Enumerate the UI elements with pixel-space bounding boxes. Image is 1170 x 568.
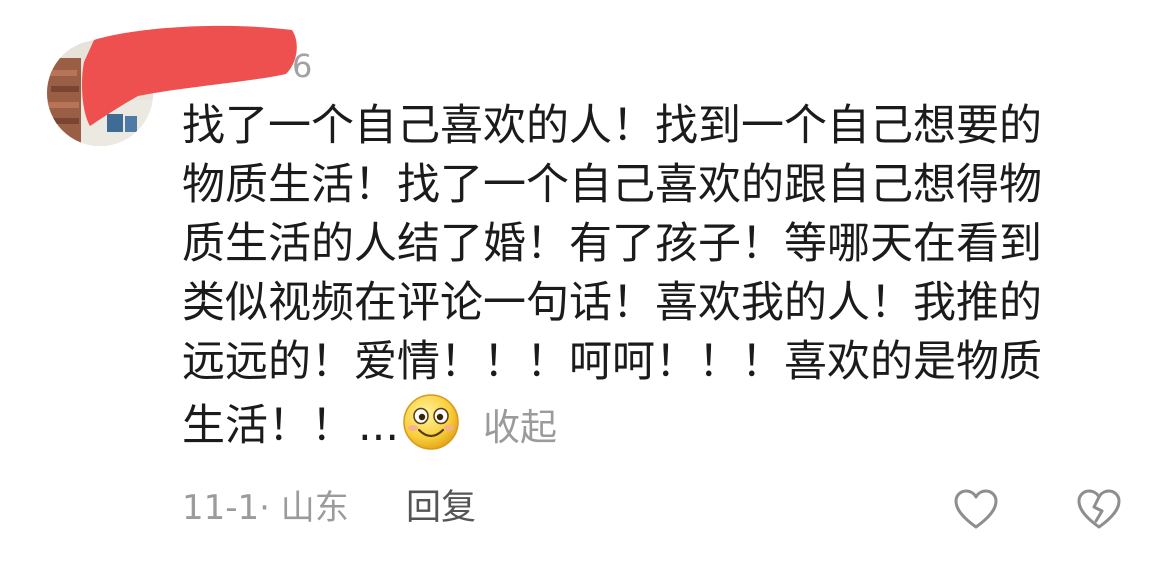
heart-outline-icon[interactable] (953, 488, 999, 530)
comment-date-location: 11-1· 山东 (182, 488, 349, 528)
comment-body: 找了一个自己喜欢的人！找到一个自己想要的 物质生活！找了一个自己喜欢的跟自己想得… (182, 97, 1102, 451)
comment-line-last: 生活！！... 收起 (182, 392, 1102, 451)
reply-button[interactable]: 回复 (406, 486, 476, 530)
ellipsis: ... (358, 401, 400, 451)
comment-line: 找了一个自己喜欢的人！找到一个自己想要的 (182, 101, 1042, 151)
collapse-button[interactable]: 收起 (483, 406, 557, 449)
comment-line: 远远的！爱情！！！呵呵！！！喜欢的是物质 (182, 337, 1042, 387)
smiley-emoji-icon (403, 394, 459, 450)
broken-heart-icon[interactable] (1076, 488, 1122, 530)
comment-line: 类似视频在评论一句话！喜欢我的人！我推的 (182, 278, 1042, 328)
comment-card: 6 找了一个自己喜欢的人！找到一个自己想要的 物质生活！找了一个自己喜欢的跟自己… (0, 0, 1170, 568)
comment-line: 质生活的人结了婚！有了孩子！等哪天在看到 (182, 219, 1042, 269)
comment-line-text: 生活！！ (182, 401, 354, 451)
username[interactable]: 6 (292, 44, 312, 88)
comment-line: 物质生活！找了一个自己喜欢的跟自己想得物 (182, 160, 1042, 210)
